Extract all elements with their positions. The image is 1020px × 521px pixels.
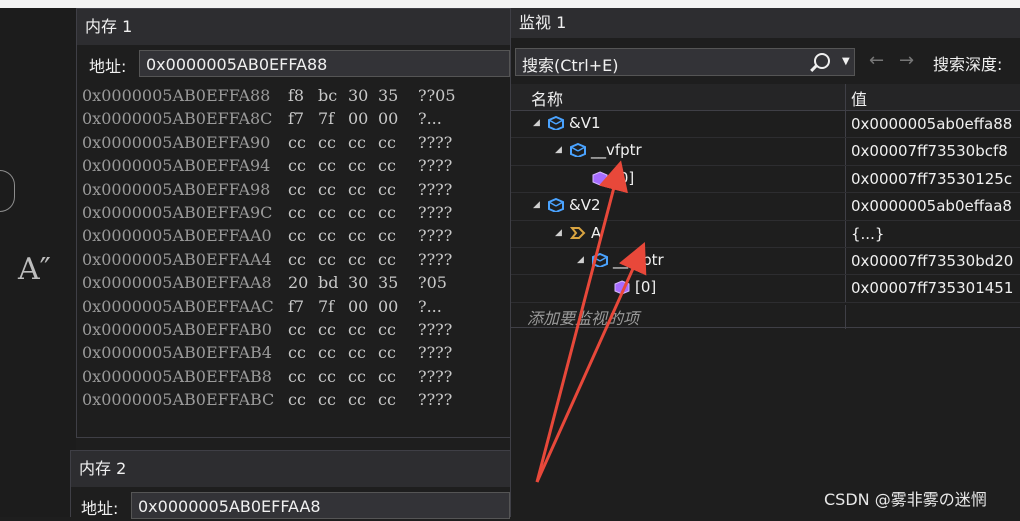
annotation-arrows bbox=[535, 160, 647, 483]
